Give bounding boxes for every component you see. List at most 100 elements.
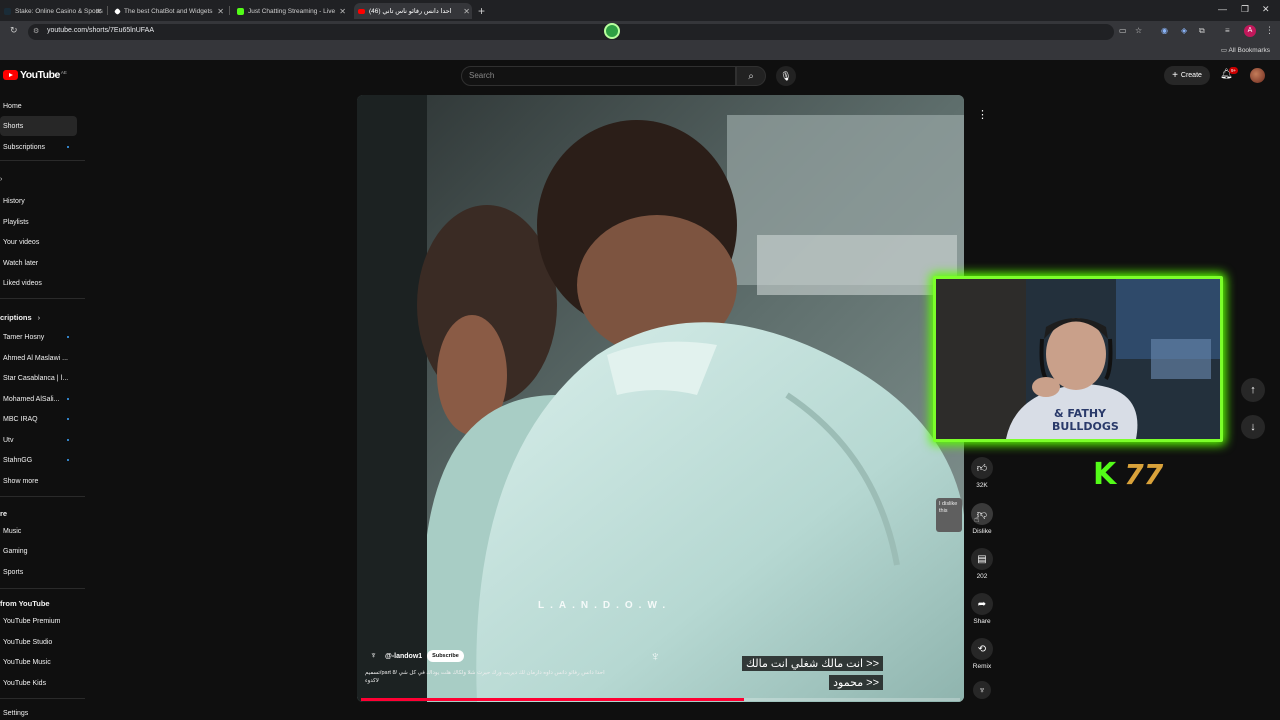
all-bookmarks-button[interactable]: ▭ All Bookmarks — [1221, 46, 1270, 54]
sidebar-item-youtube-music[interactable]: YouTube Music — [0, 652, 77, 672]
chevron-right-icon[interactable]: › — [0, 176, 2, 183]
sidebar-subscription[interactable]: Mohamed AlSali... — [0, 389, 77, 409]
sidebar-item-label: Ahmed Al Maslawi ... — [3, 354, 68, 362]
channel-name[interactable]: @-landow1 — [385, 653, 422, 660]
remix-label: Remix — [972, 663, 992, 670]
account-avatar[interactable] — [1250, 68, 1265, 83]
youtube-favicon-icon — [358, 8, 365, 14]
sidebar-show-more[interactable]: Show more — [0, 471, 77, 491]
all-bookmarks-label: All Bookmarks — [1228, 47, 1270, 54]
sound-button[interactable]: ♆ — [969, 681, 995, 699]
sidebar-item-label: YouTube Music — [3, 658, 51, 666]
sidebar-item-music[interactable]: Music — [0, 521, 77, 541]
cast-icon[interactable]: ▭ — [1119, 26, 1127, 35]
browser-tab-active[interactable]: (46) احدا دانس رفائو ناس تاني ✕ — [354, 3, 472, 19]
dislike-button[interactable]: 👎︎ Dislike — [969, 503, 995, 535]
create-button[interactable]: + Create — [1164, 66, 1210, 85]
extensions-puzzle-icon[interactable]: ⧉ — [1199, 26, 1205, 36]
tab-title: Stake: Online Casino & Sports — [15, 7, 103, 15]
video-progress-bar[interactable] — [361, 698, 960, 701]
profile-avatar[interactable]: A — [1244, 25, 1256, 37]
sidebar-item-youtube-kids[interactable]: YouTube Kids — [0, 673, 77, 693]
sidebar-subscription[interactable]: Ahmed Al Maslawi ... — [0, 348, 77, 368]
explore-heading: re — [0, 509, 8, 518]
sidebar-item-your-videos[interactable]: Your videos — [0, 232, 77, 252]
new-content-dot — [67, 418, 69, 420]
sidebar-item-sports[interactable]: Sports — [0, 562, 77, 582]
sidebar-item-subscriptions[interactable]: Subscriptions — [0, 137, 77, 157]
youtube-logo[interactable]: YouTube AE — [3, 69, 67, 81]
more-from-youtube-heading: from YouTube — [0, 599, 50, 608]
short-description[interactable]: احدا دانس رفائو دانس داوه دارمان لك ديري… — [365, 669, 615, 685]
sidebar-item-label: StahnGG — [3, 456, 33, 464]
create-label: Create — [1180, 72, 1202, 79]
channel-avatar-icon[interactable]: ♆ — [370, 650, 380, 662]
share-arrow-icon: ➦ — [971, 593, 993, 615]
sidebar-item-label: Utv — [3, 436, 14, 444]
sidebar-item-label: YouTube Kids — [3, 679, 47, 687]
close-tab-icon[interactable]: ✕ — [95, 7, 102, 16]
more-options-icon[interactable]: ⋮ — [977, 108, 988, 121]
youtube-play-icon — [3, 70, 18, 80]
sidebar-item-watch-later[interactable]: Watch later — [0, 253, 77, 273]
sidebar-item-youtube-premium[interactable]: YouTube Premium — [0, 611, 77, 631]
minimize-icon[interactable]: — — [1218, 4, 1227, 14]
sidebar-item-label: Sports — [3, 568, 24, 576]
close-tab-icon[interactable]: ✕ — [217, 7, 224, 16]
sidebar-divider — [0, 698, 85, 699]
extension-icon[interactable]: ◉ — [1161, 26, 1168, 35]
sidebar-item-playlists[interactable]: Playlists — [0, 212, 77, 232]
sidebar-item-gaming[interactable]: Gaming — [0, 541, 77, 561]
subscriptions-heading[interactable]: criptions › — [0, 313, 40, 322]
tab-search-icon[interactable]: ≡ — [1225, 26, 1230, 35]
like-button[interactable]: 👍︎ 32K — [969, 457, 995, 489]
comment-icon: ▤ — [971, 548, 993, 570]
search-button[interactable]: ⌕ — [736, 66, 766, 86]
sidebar-subscription[interactable]: Utv — [0, 430, 77, 450]
sidebar-item-label: History — [3, 197, 25, 205]
share-button[interactable]: ➦ Share — [969, 593, 995, 625]
previous-short-button[interactable]: ↑ — [1241, 378, 1265, 402]
remix-icon: ⟲ — [971, 638, 993, 660]
sidebar-item-history[interactable]: History — [0, 191, 77, 211]
bookmark-star-icon[interactable]: ☆ — [1135, 26, 1142, 35]
remix-button[interactable]: ⟲ Remix — [969, 638, 995, 670]
sidebar-item-home[interactable]: Home — [0, 96, 77, 116]
sidebar-item-label: Playlists — [3, 218, 29, 226]
reload-icon[interactable]: ↻ — [10, 25, 18, 36]
close-window-icon[interactable]: ✕ — [1262, 4, 1270, 15]
search-box[interactable] — [461, 66, 736, 86]
browser-tab[interactable]: Stake: Online Casino & Sports ✕ — [0, 3, 104, 19]
new-content-dot — [67, 439, 69, 441]
browser-tab[interactable]: The best ChatBot and Widgets ✕ — [111, 3, 226, 19]
sidebar-item-settings[interactable]: Settings — [0, 706, 77, 720]
restore-icon[interactable]: ❐ — [1241, 4, 1249, 15]
kick-logo-icon: K — [1093, 457, 1117, 492]
next-short-button[interactable]: ↓ — [1241, 415, 1265, 439]
new-tab-icon[interactable]: + — [478, 4, 485, 18]
subscribe-button[interactable]: Subscribe — [427, 650, 464, 662]
sidebar-item-shorts[interactable]: Shorts — [0, 116, 77, 136]
arabic-caption: << انت مالك شغلي انت مالك << محمود — [737, 654, 883, 692]
arrow-up-icon: ↑ — [1250, 384, 1256, 396]
extension-icon[interactable]: ◈ — [1181, 26, 1187, 35]
address-bar[interactable]: ⚙ youtube.com/shorts/7Eu65lnUFAA ▭ ☆ — [28, 24, 1142, 40]
close-tab-icon[interactable]: ✕ — [339, 7, 346, 16]
site-info-icon[interactable]: ⚙ — [33, 27, 39, 35]
section-heading-label: criptions — [0, 313, 32, 322]
sidebar-subscription[interactable]: Star Casablanca | ا... — [0, 368, 77, 388]
sidebar-item-label: Gaming — [3, 547, 28, 555]
sidebar-subscription[interactable]: StahnGG — [0, 450, 77, 470]
arrow-down-icon: ↓ — [1250, 421, 1256, 433]
sidebar-subscription[interactable]: MBC IRAQ — [0, 409, 77, 429]
sidebar-item-liked-videos[interactable]: Liked videos — [0, 273, 77, 293]
browser-tab[interactable]: Just Chatting Streaming - Live ✕ — [233, 3, 348, 19]
voice-search-button[interactable]: 🎙︎ — [776, 66, 796, 86]
country-code: AE — [60, 69, 67, 75]
sidebar-subscription[interactable]: Tamer Hosny — [0, 327, 77, 347]
comments-button[interactable]: ▤ 202 — [969, 548, 995, 580]
sidebar-item-youtube-studio[interactable]: YouTube Studio — [0, 632, 77, 652]
close-tab-icon[interactable]: ✕ — [463, 7, 470, 16]
search-input[interactable] — [469, 71, 724, 80]
kebab-menu-icon[interactable]: ⋮ — [1265, 25, 1274, 36]
